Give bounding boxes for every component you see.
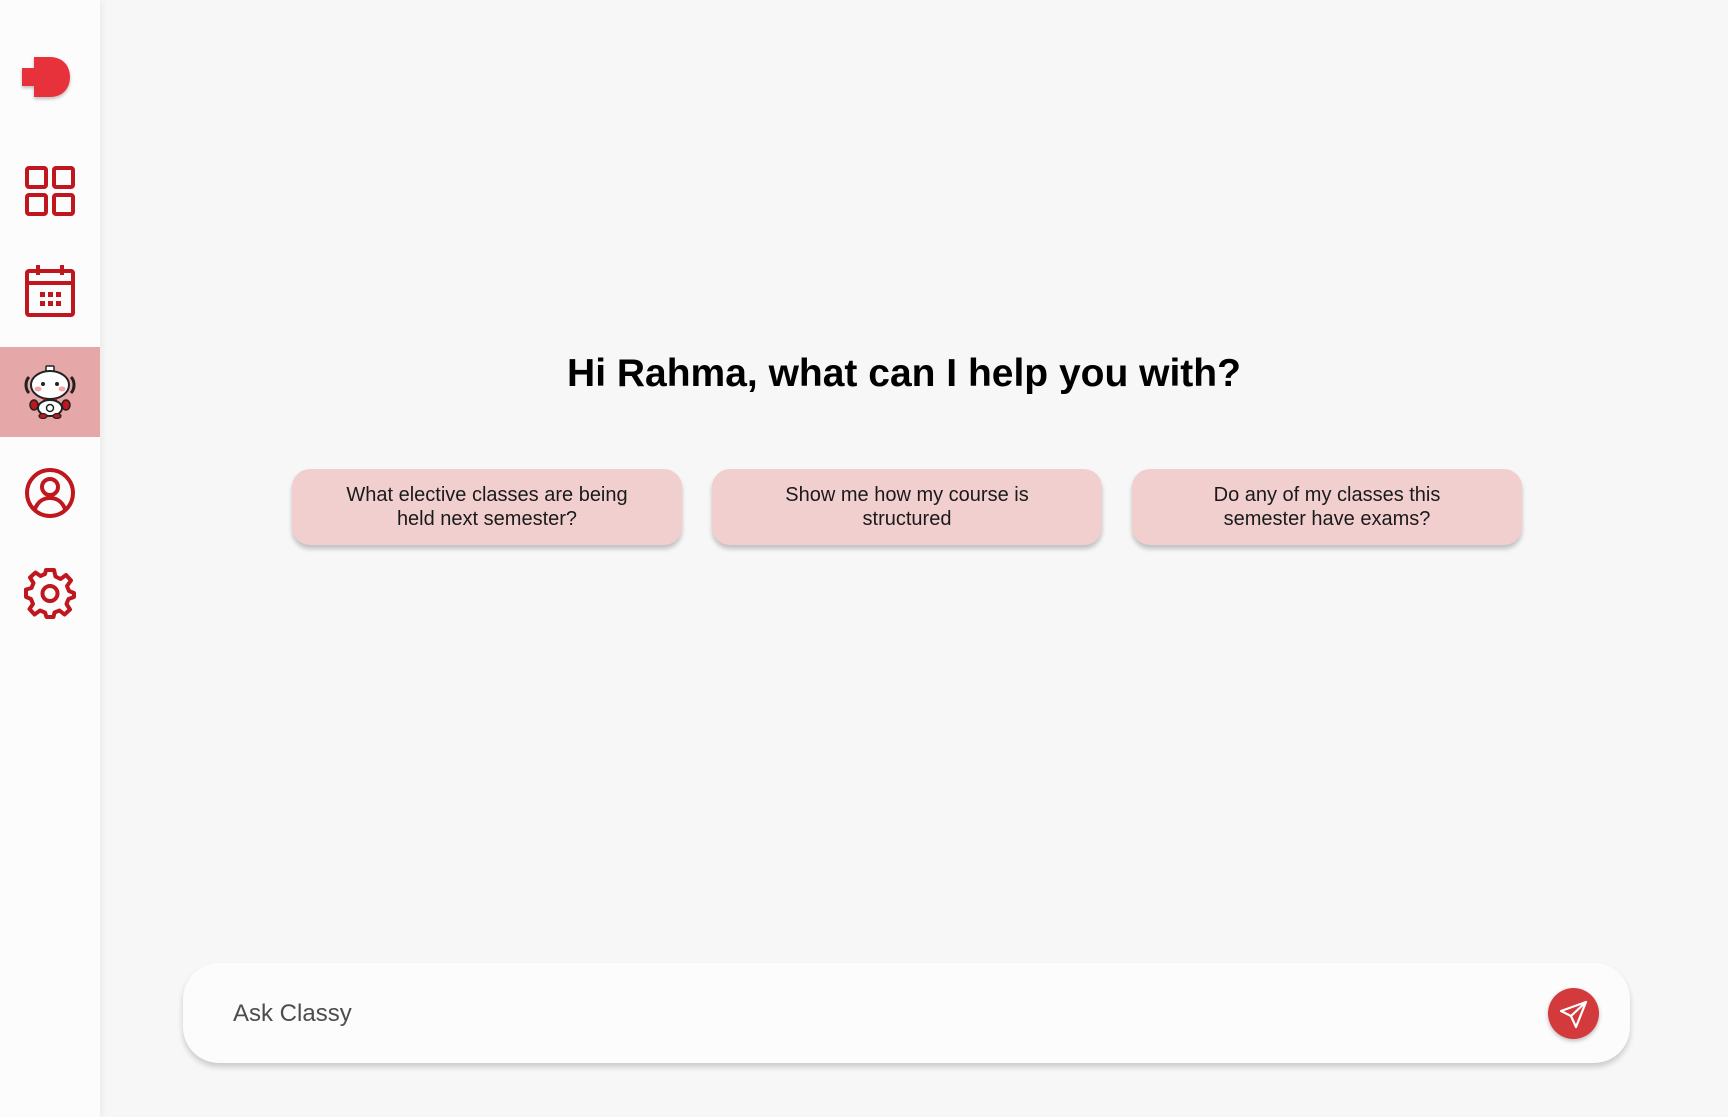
suggestion-chip[interactable]: What elective classes are being held nex…	[292, 469, 682, 545]
send-button[interactable]	[1548, 988, 1599, 1039]
dashboard-grid-icon	[25, 166, 75, 216]
paper-plane-icon	[1559, 1000, 1587, 1028]
calendar-icon	[25, 265, 75, 317]
app-logo[interactable]	[20, 52, 74, 106]
chat-main-area: Hi Rahma, what can I help you with? What…	[100, 0, 1728, 1117]
robot-assistant-icon	[24, 365, 76, 419]
app-window: Hi Rahma, what can I help you with? What…	[0, 0, 1728, 1117]
nav-calendar[interactable]	[0, 246, 100, 336]
profile-user-icon	[25, 468, 75, 518]
suggestion-chip[interactable]: Do any of my classes this semester have …	[1132, 469, 1522, 545]
suggestion-list: What elective classes are being held nex…	[292, 469, 1522, 545]
nav-dashboard[interactable]	[0, 146, 100, 236]
nav-assistant[interactable]	[0, 347, 100, 437]
nav-profile[interactable]	[0, 448, 100, 538]
sidebar	[0, 0, 100, 1117]
suggestion-chip[interactable]: Show me how my course is structured	[712, 469, 1102, 545]
nav-settings[interactable]	[0, 548, 100, 638]
red-blob-logo-icon	[22, 57, 70, 97]
settings-gear-icon	[24, 568, 76, 619]
ask-classy-input[interactable]	[231, 988, 1515, 1040]
chat-input-bar	[183, 963, 1630, 1063]
greeting-heading: Hi Rahma, what can I help you with?	[567, 352, 1241, 395]
